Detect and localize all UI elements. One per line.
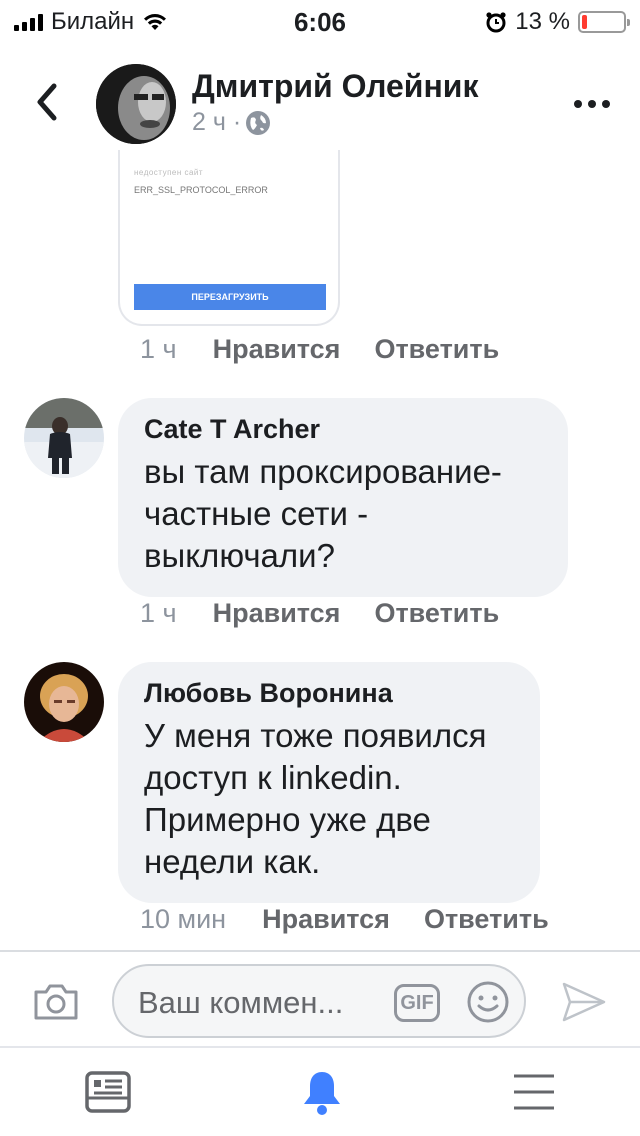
attachment-image[interactable]: недоступен сайт ERR_SSL_PROTOCOL_ERROR П… bbox=[118, 150, 340, 326]
comment-composer: Ваш коммен... GIF bbox=[0, 950, 640, 1048]
post-header: Дмитрий Олейник 2 ч · bbox=[0, 44, 640, 154]
attachment-actions: 1 ч Нравится Ответить bbox=[140, 334, 533, 365]
notifications-icon[interactable] bbox=[298, 1068, 346, 1116]
chevron-left-icon[interactable] bbox=[30, 82, 64, 122]
like-button[interactable]: Нравится bbox=[213, 334, 341, 365]
battery-icon bbox=[578, 11, 630, 33]
author-name[interactable]: Дмитрий Олейник bbox=[192, 68, 478, 105]
reply-button[interactable]: Ответить bbox=[374, 598, 499, 629]
commenter-name[interactable]: Cate T Archer bbox=[144, 414, 542, 445]
comment-line: доступ к linkedin. bbox=[144, 759, 402, 796]
status-bar: Билайн 6:06 13 % bbox=[0, 0, 640, 40]
menu-icon[interactable] bbox=[510, 1068, 558, 1116]
avatar[interactable] bbox=[24, 398, 104, 478]
camera-icon[interactable] bbox=[32, 980, 80, 1022]
comment-bubble: Cate T Archer вы там проксирование- част… bbox=[118, 398, 568, 597]
comment-text: вы там проксирование- частные сети - вык… bbox=[144, 451, 542, 577]
comment-placeholder: Ваш коммен... bbox=[138, 985, 344, 1020]
comment-line: Примерно уже две bbox=[144, 801, 431, 838]
comment-line: У меня тоже появился bbox=[144, 717, 487, 754]
emoji-icon[interactable] bbox=[466, 980, 510, 1024]
comment-time: 1 ч bbox=[140, 334, 177, 364]
alarm-icon bbox=[486, 12, 506, 33]
like-button[interactable]: Нравится bbox=[262, 904, 390, 935]
comment-time: 1 ч bbox=[140, 598, 177, 628]
post-meta: 2 ч · bbox=[192, 108, 271, 137]
avatar[interactable] bbox=[24, 662, 104, 742]
attachment-error-code: ERR_SSL_PROTOCOL_ERROR bbox=[134, 185, 268, 195]
send-icon[interactable] bbox=[560, 980, 608, 1024]
battery-percent: 13 % bbox=[515, 8, 570, 35]
like-button[interactable]: Нравится bbox=[213, 598, 341, 629]
comment-actions: 10 мин Нравится Ответить bbox=[140, 904, 583, 935]
battery-level bbox=[582, 15, 587, 29]
globe-icon bbox=[246, 110, 271, 135]
comment-line: вы там проксирование- bbox=[144, 453, 502, 490]
reply-button[interactable]: Ответить bbox=[424, 904, 549, 935]
reply-button[interactable]: Ответить bbox=[374, 334, 499, 365]
comment-line: выключали? bbox=[144, 537, 335, 574]
attachment-reload-button: ПЕРЕЗАГРУЗИТЬ bbox=[134, 284, 326, 310]
comment-actions: 1 ч Нравится Ответить bbox=[140, 598, 533, 629]
attachment-error-title: недоступен сайт bbox=[134, 168, 204, 177]
post-time: 2 ч · bbox=[192, 108, 242, 136]
comment-bubble: Любовь Воронина У меня тоже появился дос… bbox=[118, 662, 540, 903]
comment-text: У меня тоже появился доступ к linkedin. … bbox=[144, 715, 514, 883]
more-horizontal-icon[interactable] bbox=[574, 100, 610, 108]
gif-button[interactable]: GIF bbox=[394, 984, 440, 1022]
comment-time: 10 мин bbox=[140, 904, 227, 934]
comment-line: частные сети - bbox=[144, 495, 369, 532]
author-avatar[interactable] bbox=[96, 64, 176, 144]
comment-input[interactable]: Ваш коммен... GIF bbox=[112, 964, 526, 1038]
tab-bar bbox=[0, 1048, 640, 1136]
news-feed-icon[interactable] bbox=[84, 1068, 132, 1116]
status-right: 13 % bbox=[485, 8, 630, 36]
commenter-name[interactable]: Любовь Воронина bbox=[144, 678, 514, 709]
comment-line: недели как. bbox=[144, 843, 321, 880]
